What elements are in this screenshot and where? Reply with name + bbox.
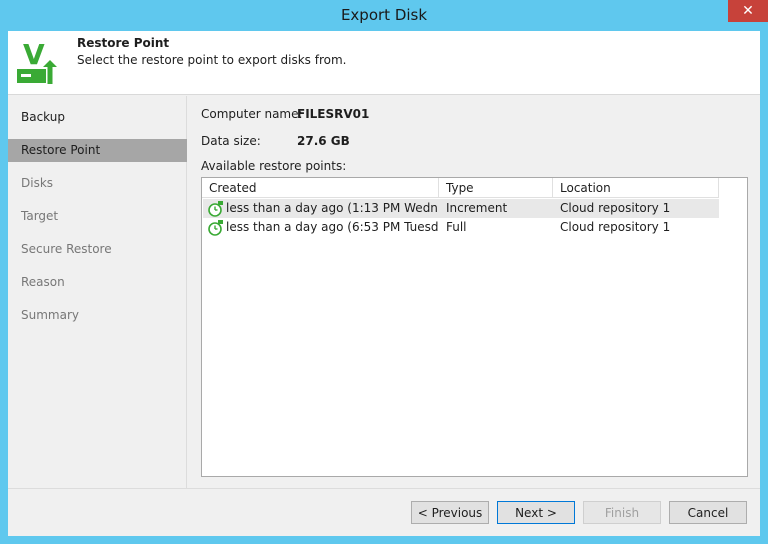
column-header-location[interactable]: Location <box>553 178 719 198</box>
veeam-restore-logo-icon: V <box>17 38 60 85</box>
cell-type: Increment <box>446 201 508 215</box>
data-size-label: Data size: <box>201 134 261 148</box>
title-bar[interactable]: Export Disk ✕ <box>0 0 768 31</box>
restore-point-panel: Computer name: FILESRV01 Data size: 27.6… <box>188 96 760 488</box>
table-row[interactable]: less than a day ago (6:53 PM Tuesday ...… <box>203 218 719 237</box>
data-size-value: 27.6 GB <box>297 134 350 148</box>
wizard-steps-sidebar: Backup Restore Point Disks Target Secure… <box>8 96 187 488</box>
cell-created: less than a day ago (1:13 PM Wednesd... <box>226 201 438 215</box>
close-icon: ✕ <box>742 3 754 19</box>
sidebar-item-backup[interactable]: Backup <box>8 106 187 129</box>
export-disk-window: Export Disk ✕ V Restore Point Select the… <box>0 0 768 544</box>
restore-point-clock-icon <box>208 201 223 217</box>
cell-created: less than a day ago (6:53 PM Tuesday ... <box>226 220 438 234</box>
wizard-client-area: V Restore Point Select the restore point… <box>8 31 760 536</box>
cell-location: Cloud repository 1 <box>560 220 671 234</box>
svg-text:V: V <box>23 38 45 71</box>
sidebar-item-disks: Disks <box>21 176 54 190</box>
table-row[interactable]: less than a day ago (1:13 PM Wednesd... … <box>203 199 719 218</box>
next-button[interactable]: Next > <box>497 501 575 524</box>
sidebar-item-summary: Summary <box>21 308 79 322</box>
cell-type: Full <box>446 220 467 234</box>
finish-button: Finish <box>583 501 661 524</box>
step-title: Restore Point <box>77 36 170 50</box>
cancel-button[interactable]: Cancel <box>669 501 747 524</box>
column-header-type[interactable]: Type <box>439 178 553 198</box>
column-header-created[interactable]: Created <box>202 178 439 198</box>
previous-button[interactable]: < Previous <box>411 501 489 524</box>
restore-points-list[interactable]: Created Type Location less than a day ag… <box>201 177 748 477</box>
wizard-footer: < Previous Next > Finish Cancel <box>8 488 760 536</box>
restore-points-label: Available restore points: <box>201 159 347 173</box>
close-button[interactable]: ✕ <box>728 0 768 22</box>
computer-name-label: Computer name: <box>201 107 303 121</box>
step-subtitle: Select the restore point to export disks… <box>77 53 347 67</box>
sidebar-item-reason: Reason <box>21 275 65 289</box>
cell-location: Cloud repository 1 <box>560 201 671 215</box>
wizard-header: V Restore Point Select the restore point… <box>8 31 760 95</box>
sidebar-item-restore-point[interactable]: Restore Point <box>8 139 187 162</box>
restore-point-clock-icon <box>208 220 223 236</box>
sidebar-item-secure-restore: Secure Restore <box>21 242 112 256</box>
window-title: Export Disk <box>340 6 428 24</box>
computer-name-value: FILESRV01 <box>297 107 370 121</box>
sidebar-item-target: Target <box>21 209 59 223</box>
